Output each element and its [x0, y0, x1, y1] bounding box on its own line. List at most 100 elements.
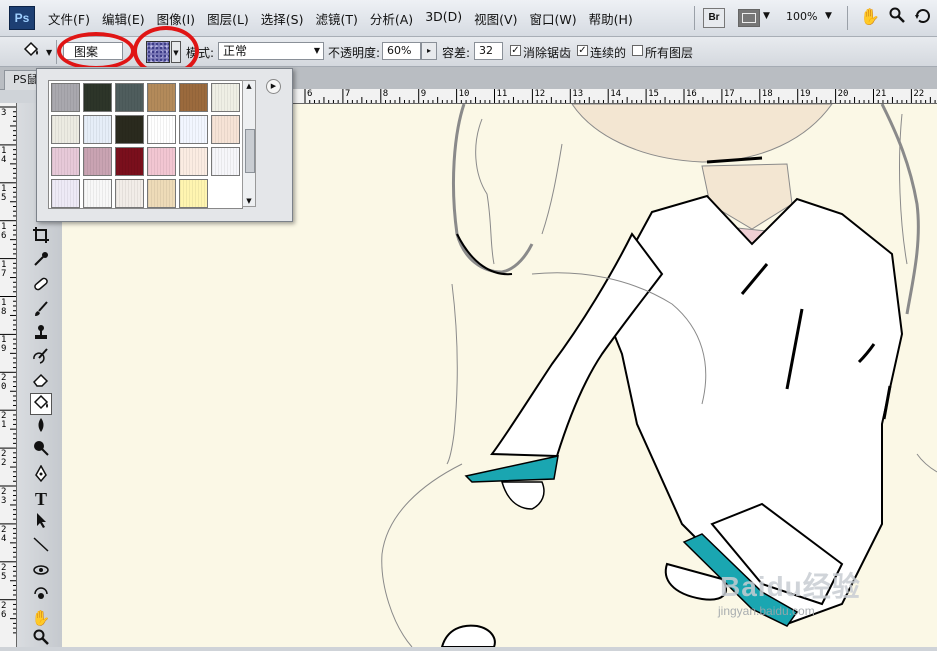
menu-file[interactable]: 文件(F): [48, 9, 90, 28]
zoom-icon[interactable]: [889, 7, 905, 27]
ruler-tick-label: 2 1: [1, 411, 7, 431]
crop-icon[interactable]: [30, 226, 52, 248]
pattern-swatch-item[interactable]: [51, 179, 80, 208]
pen-icon[interactable]: [30, 464, 52, 487]
ruler-tick-label: 11: [496, 89, 508, 99]
pattern-swatch-item[interactable]: [147, 83, 176, 112]
pattern-swatch-item[interactable]: [115, 83, 144, 112]
3d-orbit-icon[interactable]: [30, 584, 52, 606]
ruler-tick-label: 22: [913, 89, 925, 99]
ruler-tick-label: 6: [307, 89, 313, 99]
pattern-swatch-item[interactable]: [147, 179, 176, 208]
pattern-swatch-item[interactable]: [211, 83, 240, 112]
3d-rotate-icon[interactable]: [30, 561, 52, 583]
pattern-picker-scrollbar[interactable]: ▲ ▼: [242, 80, 256, 207]
ruler-tick-label: 7: [344, 89, 351, 99]
screen-mode-icon[interactable]: [738, 9, 760, 27]
clone-stamp-icon[interactable]: [30, 324, 52, 346]
scroll-down-icon[interactable]: ▼: [243, 197, 255, 205]
zoom-icon[interactable]: [30, 629, 52, 651]
scroll-thumb[interactable]: [245, 129, 255, 173]
pattern-swatch-item[interactable]: [51, 115, 80, 144]
ruler-tick-label: 20: [837, 89, 849, 99]
photoshop-logo[interactable]: Ps: [9, 6, 35, 30]
menu-analysis[interactable]: 分析(A): [370, 9, 413, 28]
bridge-button[interactable]: Br: [703, 8, 725, 28]
menu-window[interactable]: 窗口(W): [529, 9, 576, 28]
menu-filter[interactable]: 滤镜(T): [315, 9, 357, 28]
ruler-tick-label: 1 8: [1, 297, 7, 317]
pattern-swatch-item[interactable]: [147, 115, 176, 144]
pattern-grid: [48, 80, 243, 209]
paint-bucket-icon[interactable]: [30, 393, 52, 415]
pattern-swatch-item[interactable]: [51, 147, 80, 176]
line-icon[interactable]: [30, 535, 52, 557]
path-selection-icon[interactable]: [30, 511, 52, 533]
scroll-up-icon[interactable]: ▲: [243, 82, 255, 90]
history-brush-icon[interactable]: [30, 347, 52, 369]
menu-layer[interactable]: 图层(L): [207, 9, 249, 28]
watermark: Baidu经验: [720, 571, 861, 602]
pattern-swatch-item[interactable]: [115, 179, 144, 208]
pattern-swatch-item[interactable]: [179, 147, 208, 176]
menu-view[interactable]: 视图(V): [474, 9, 517, 28]
body-outline: [916, 453, 937, 473]
pattern-swatch-item[interactable]: [115, 147, 144, 176]
opacity-input[interactable]: 60%: [382, 42, 421, 60]
face: [571, 104, 833, 163]
paint-bucket-icon[interactable]: [22, 41, 40, 63]
pattern-swatch-item[interactable]: [147, 147, 176, 176]
ruler-tick-label: 14: [610, 89, 622, 99]
ruler-tick-label: 21: [875, 89, 887, 99]
ruler-tick-label: 1 7: [1, 259, 7, 279]
pattern-swatch-item[interactable]: [211, 115, 240, 144]
menu-help[interactable]: 帮助(H): [589, 9, 633, 28]
pattern-swatch-item[interactable]: [51, 83, 80, 112]
contiguous-checkbox[interactable]: ✓: [577, 45, 588, 56]
pattern-swatch-item[interactable]: [83, 179, 112, 208]
opacity-slider-arrow-icon[interactable]: ▸: [421, 42, 437, 60]
fill-source-highlight: [57, 32, 135, 70]
ruler-tick-label: 1 6: [1, 221, 7, 241]
eyedropper-icon[interactable]: [30, 250, 52, 272]
zoom-level[interactable]: 100%: [786, 10, 817, 23]
pattern-swatch-item[interactable]: [83, 83, 112, 112]
ruler-tick-label: 2 2: [1, 449, 7, 469]
menu-select[interactable]: 选择(S): [261, 9, 304, 28]
hand-icon[interactable]: ✋: [30, 607, 52, 629]
rotate-icon[interactable]: [914, 7, 932, 29]
menu-edit[interactable]: 编辑(E): [102, 9, 145, 28]
ruler-tick-label: 3: [1, 108, 7, 118]
ruler-tick-label: 1 9: [1, 335, 7, 355]
chevron-down-icon[interactable]: ▼: [825, 11, 832, 21]
mode-value: 正常: [223, 44, 248, 58]
ruler-tick-label: 1 4: [1, 145, 7, 165]
menu-3d[interactable]: 3D(D): [425, 9, 462, 28]
ruler-tick-label: 8: [382, 89, 389, 99]
tool-preset-chevron-icon[interactable]: ▼: [46, 48, 52, 57]
pattern-swatch-item[interactable]: [179, 115, 208, 144]
mode-select[interactable]: 正常 ▼: [218, 42, 324, 60]
healing-brush-icon[interactable]: [30, 275, 52, 297]
pattern-swatch-item[interactable]: [115, 115, 144, 144]
pattern-swatch-item[interactable]: [211, 147, 240, 176]
pattern-swatch-item[interactable]: [83, 115, 112, 144]
tolerance-input[interactable]: 32: [474, 42, 503, 60]
type-icon[interactable]: T: [30, 488, 52, 510]
ruler-tick-label: 2 0: [1, 373, 7, 393]
pattern-swatch-item[interactable]: [179, 83, 208, 112]
hand-icon[interactable]: ✋: [860, 7, 880, 26]
leg-outline: [381, 463, 463, 647]
pattern-swatch-item[interactable]: [179, 179, 208, 208]
ruler-tick-label: 2 5: [1, 562, 7, 582]
brush-icon[interactable]: [30, 300, 52, 322]
picker-menu-icon[interactable]: ▶: [266, 79, 281, 94]
blur-icon[interactable]: [30, 416, 52, 438]
pattern-swatch-item[interactable]: [83, 147, 112, 176]
all-layers-checkbox[interactable]: [632, 45, 643, 56]
dodge-icon[interactable]: [30, 439, 52, 461]
anti-alias-checkbox[interactable]: ✓: [510, 45, 521, 56]
chevron-down-icon[interactable]: ▼: [763, 11, 770, 21]
body-outline: [446, 283, 458, 465]
eraser-icon[interactable]: [30, 370, 52, 392]
